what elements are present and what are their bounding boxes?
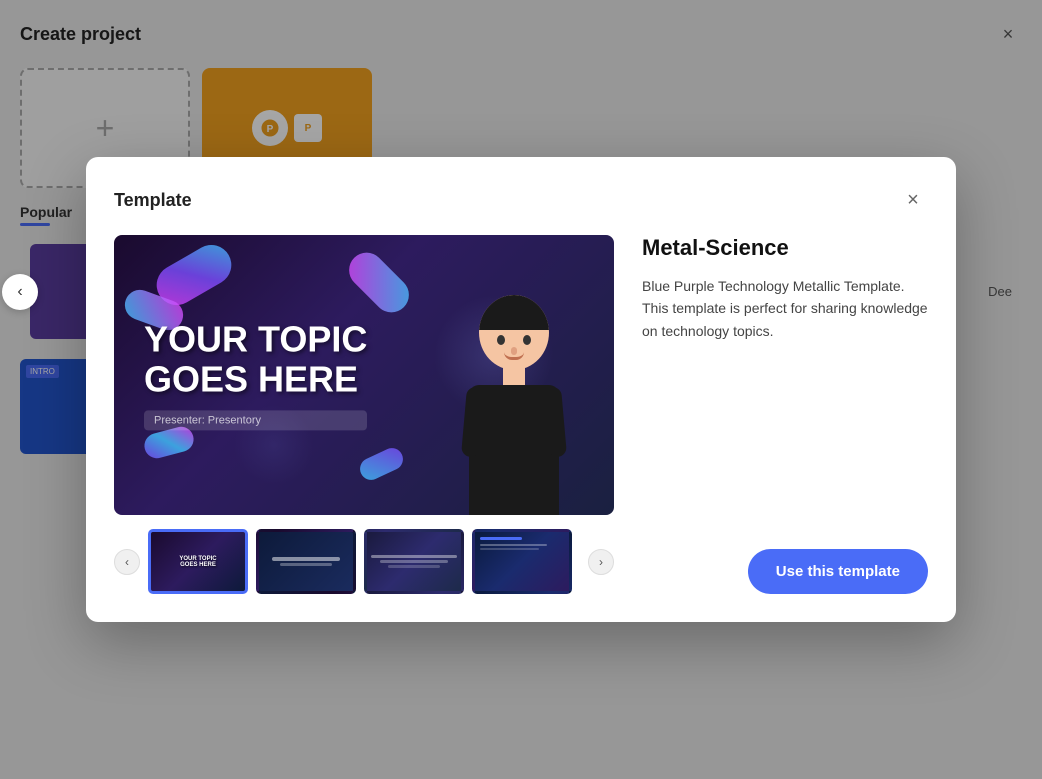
info-panel: Metal-Science Blue Purple Technology Met…: [642, 235, 928, 594]
thumbnail-1[interactable]: YOUR TOPICGOES HERE: [148, 529, 248, 594]
preview-panel: YOUR TOPIC GOES HERE Presenter: Presento…: [114, 235, 614, 594]
avatar-eye-right: [523, 335, 531, 345]
thumbnail-2[interactable]: [256, 529, 356, 594]
template-name: Metal-Science: [642, 235, 928, 261]
modal-body: YOUR TOPIC GOES HERE Presenter: Presento…: [114, 235, 928, 594]
thumbnails-row: ‹ YOUR TOPICGOES HERE: [114, 529, 614, 594]
modal-close-button[interactable]: ×: [898, 185, 928, 215]
modal-title: Template: [114, 190, 192, 211]
presenter-avatar: [434, 275, 594, 515]
avatar-mouth: [504, 352, 524, 360]
thumb-2-content: [259, 532, 353, 591]
thumb-4-content: [475, 532, 569, 591]
preview-heading-line2: GOES HERE: [144, 359, 367, 399]
template-description: Blue Purple Technology Metallic Template…: [642, 275, 928, 342]
blob-decoration-4: [342, 245, 416, 319]
template-modal: Template ×: [86, 157, 956, 622]
modal-overlay: Template ×: [0, 0, 1042, 779]
avatar-neck: [503, 367, 525, 387]
avatar-hair: [479, 295, 549, 330]
template-info: Metal-Science Blue Purple Technology Met…: [642, 235, 928, 342]
blob-decoration-5: [356, 445, 406, 484]
use-template-button[interactable]: Use this template: [748, 549, 928, 594]
thumb-1-content: YOUR TOPICGOES HERE: [151, 532, 245, 591]
thumbnails-prev-button[interactable]: ‹: [114, 549, 140, 575]
carousel-prev-button[interactable]: ‹: [2, 274, 38, 310]
thumbnail-3[interactable]: [364, 529, 464, 594]
preview-heading-line1: YOUR TOPIC: [144, 319, 367, 359]
preview-text: YOUR TOPIC GOES HERE Presenter: Presento…: [144, 319, 367, 430]
avatar-head: [479, 295, 549, 370]
thumbnails-container: YOUR TOPICGOES HERE: [148, 529, 580, 594]
thumbnails-next-button[interactable]: ›: [588, 549, 614, 575]
main-preview-image: YOUR TOPIC GOES HERE Presenter: Presento…: [114, 235, 614, 515]
thumb-3-content: [367, 532, 461, 591]
avatar-eye-left: [497, 335, 505, 345]
presenter-label: Presenter: Presentory: [144, 411, 367, 431]
thumbnail-4[interactable]: [472, 529, 572, 594]
modal-header: Template ×: [114, 185, 928, 215]
